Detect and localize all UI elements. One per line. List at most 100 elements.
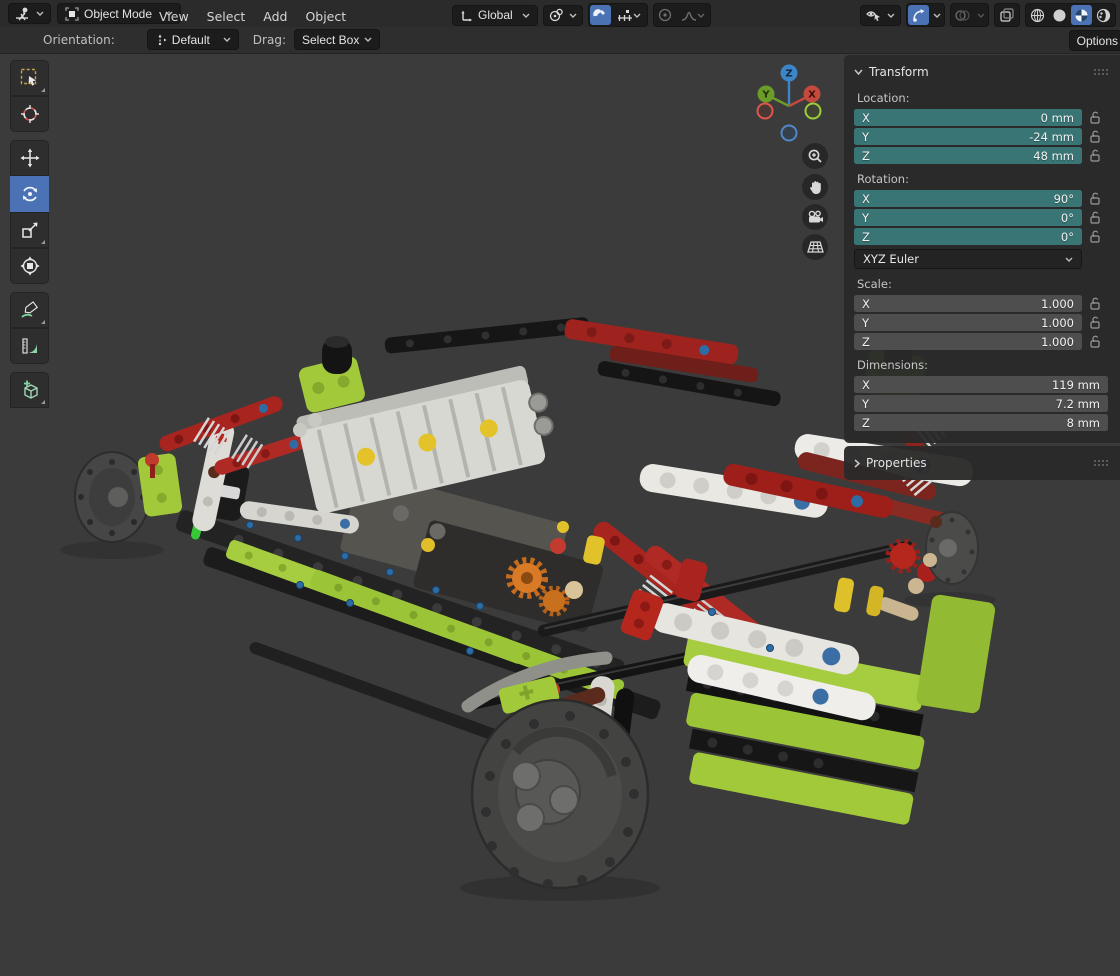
scale-z-field[interactable]: Z 1.000 [854, 333, 1082, 350]
transform-panel-header[interactable]: Transform [854, 61, 1108, 83]
snap-target-dropdown[interactable] [612, 5, 646, 25]
shading-solid-button[interactable] [1049, 5, 1070, 25]
drag-value-dropdown[interactable]: Select Box [293, 29, 381, 50]
unlock-icon [1090, 149, 1100, 162]
chevron-down-icon [633, 13, 641, 18]
scale-x-field[interactable]: X 1.000 [854, 295, 1082, 312]
axis-label: Z [862, 229, 870, 244]
rotation-z-lock[interactable] [1082, 230, 1108, 243]
axis-value: 7.2 mm [1055, 396, 1100, 411]
transform-orientation-dropdown[interactable]: Global [452, 4, 538, 26]
cursor-icon [20, 104, 40, 124]
tool-cursor[interactable] [10, 96, 49, 132]
unlock-icon [1090, 297, 1100, 310]
dimensions-z-field[interactable]: Z 8 mm [854, 414, 1108, 431]
object-type-visibility-dropdown[interactable] [860, 4, 901, 26]
pan-hand-icon [808, 179, 823, 195]
location-y-field[interactable]: Y -24 mm [854, 128, 1082, 145]
scale-icon [20, 220, 40, 240]
proportional-edit-toggle[interactable] [655, 5, 676, 25]
tool-rotate[interactable] [10, 176, 49, 212]
dimensions-x-field[interactable]: X 119 mm [854, 376, 1108, 393]
snap-increment-icon [617, 9, 633, 22]
options-button[interactable]: Options [1068, 30, 1120, 51]
tool-move[interactable] [10, 140, 49, 176]
show-overlays-toggle[interactable] [952, 5, 973, 25]
scale-x-lock[interactable] [1082, 297, 1108, 310]
gizmo-icon [912, 8, 926, 22]
overlays-group [950, 3, 989, 27]
menu-view[interactable]: View [150, 3, 198, 30]
object-mode-icon [65, 6, 79, 21]
location-section-label: Location: [857, 91, 910, 105]
rotate-icon [20, 184, 40, 204]
menu-select[interactable]: Select [198, 3, 255, 30]
menu-add[interactable]: Add [254, 3, 296, 30]
zoom-button[interactable] [802, 143, 828, 169]
toggle-ortho-button[interactable] [802, 234, 828, 260]
transform-panel-title: Transform [869, 65, 929, 79]
axis-value: 1.000 [1041, 296, 1074, 311]
location-y-lock[interactable] [1082, 130, 1108, 143]
rotation-x-lock[interactable] [1082, 192, 1108, 205]
tool-transform[interactable] [10, 248, 49, 284]
dimensions-y-field[interactable]: Y 7.2 mm [854, 395, 1108, 412]
proportional-falloff-dropdown[interactable] [677, 5, 709, 25]
gizmo-z-label: Z [785, 69, 792, 80]
overlays-settings-dropdown[interactable] [974, 5, 987, 25]
pivot-point-dropdown[interactable] [542, 4, 583, 26]
menu-object[interactable]: Object [296, 3, 355, 30]
transform-icon [20, 256, 40, 276]
tool-select-box[interactable] [10, 60, 49, 96]
rotation-section-label: Rotation: [857, 172, 909, 186]
mode-label: Object Mode [84, 6, 153, 21]
shading-material-preview-button[interactable] [1071, 5, 1092, 25]
location-z-field[interactable]: Z 48 mm [854, 147, 1082, 164]
gizmo-x-label: X [808, 90, 816, 101]
shading-rendered-icon [1096, 8, 1111, 23]
scale-section-label: Scale: [857, 277, 892, 291]
navigation-gizmo[interactable]: Z Y X [747, 60, 833, 146]
pan-button[interactable] [802, 174, 828, 200]
properties-panel-header[interactable]: Properties [854, 452, 1108, 474]
tool-add-cube[interactable] [10, 372, 49, 408]
chevron-down-icon [977, 13, 985, 18]
location-x-lock[interactable] [1082, 111, 1108, 124]
snap-toggle[interactable] [589, 5, 611, 25]
panel-drag-grip[interactable] [1094, 69, 1108, 75]
xray-toggle[interactable] [994, 3, 1020, 27]
location-z-lock[interactable] [1082, 149, 1108, 162]
axis-label: Y [862, 315, 870, 330]
axis-value: 0° [1060, 229, 1074, 244]
shading-wireframe-button[interactable] [1027, 5, 1048, 25]
show-gizmo-toggle[interactable] [908, 5, 929, 25]
rotation-y-field[interactable]: Y 0° [854, 209, 1082, 226]
scale-y-field[interactable]: Y 1.000 [854, 314, 1082, 331]
orientation-value-dropdown[interactable]: Default [146, 29, 239, 50]
proportional-edit-icon [658, 8, 672, 22]
rotation-mode-dropdown[interactable]: XYZ Euler [854, 249, 1082, 269]
chevron-down-icon [569, 13, 577, 18]
panel-drag-grip[interactable] [1094, 460, 1108, 466]
unlock-icon [1090, 316, 1100, 329]
gizmo-settings-dropdown[interactable] [930, 5, 943, 25]
rotation-x-field[interactable]: X 90° [854, 190, 1082, 207]
tool-measure[interactable] [10, 328, 49, 364]
rotation-z-field[interactable]: Z 0° [854, 228, 1082, 245]
chevron-down-icon [364, 37, 372, 42]
editor-type-dropdown[interactable] [8, 3, 51, 24]
orientation-default-icon [155, 34, 167, 46]
shading-rendered-button[interactable] [1093, 5, 1114, 25]
scale-y-lock[interactable] [1082, 316, 1108, 329]
tool-annotate[interactable] [10, 292, 49, 328]
properties-panel-title: Properties [866, 456, 927, 470]
measure-icon [20, 336, 40, 356]
tool-scale[interactable] [10, 212, 49, 248]
location-x-field[interactable]: X 0 mm [854, 109, 1082, 126]
rotation-y-lock[interactable] [1082, 211, 1108, 224]
scale-z-lock[interactable] [1082, 335, 1108, 348]
axis-value: -24 mm [1029, 129, 1074, 144]
toggle-ortho-grid-icon [806, 240, 824, 254]
toolbar [10, 60, 49, 408]
camera-view-button[interactable] [802, 204, 828, 230]
